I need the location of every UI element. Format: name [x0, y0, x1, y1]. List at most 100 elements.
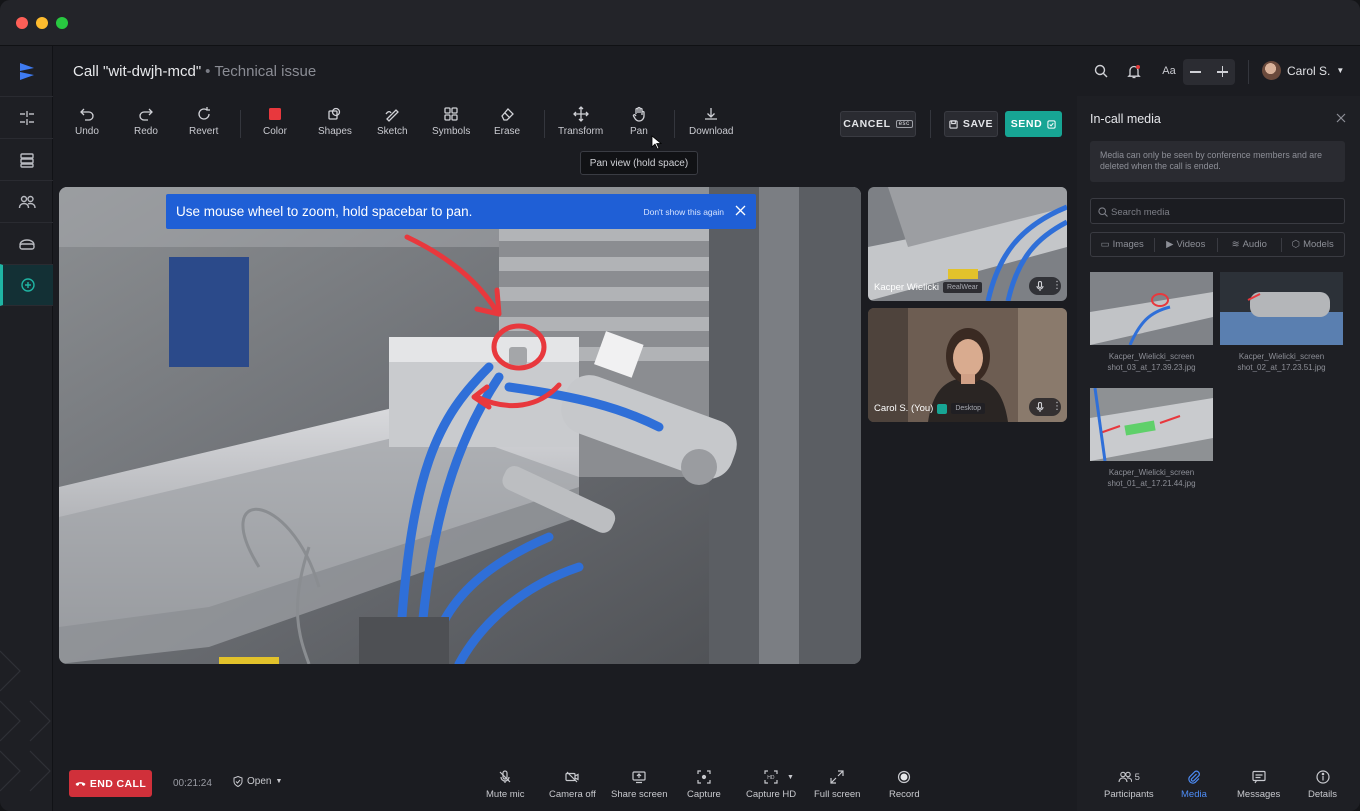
control-label: Record	[889, 789, 920, 800]
undo-tool[interactable]: Undo	[75, 106, 99, 137]
media-item[interactable]: Kacper_Wielicki_screen shot_03_at_17.39.…	[1090, 272, 1213, 373]
record-button[interactable]: Record	[889, 770, 920, 800]
header-divider	[1248, 60, 1249, 84]
rail-workflow-icon[interactable]	[0, 96, 53, 138]
close-icon[interactable]	[734, 204, 747, 217]
messages-tab[interactable]: Messages	[1237, 770, 1280, 800]
device-badge: RealWear	[942, 282, 982, 293]
user-menu[interactable]: Carol S. ▼	[1262, 61, 1344, 80]
toolbar-divider	[240, 110, 241, 138]
avatar	[1262, 61, 1281, 80]
app-logo[interactable]	[0, 46, 53, 96]
close-window-button[interactable]	[16, 17, 28, 29]
shapes-label: Shapes	[318, 126, 352, 137]
erase-label: Erase	[494, 126, 521, 137]
chevron-down-icon[interactable]: ▼	[787, 774, 794, 781]
participant-controls[interactable]: ⋮	[1029, 277, 1062, 295]
search-input[interactable]: Search media	[1090, 198, 1345, 224]
rail-contacts-icon[interactable]	[0, 180, 53, 222]
sketch-tool[interactable]: Sketch	[377, 106, 408, 137]
full-screen-button[interactable]: Full screen	[814, 770, 860, 800]
rail-headset-icon[interactable]	[0, 222, 53, 264]
color-tool[interactable]: Color	[263, 106, 287, 137]
save-icon	[949, 119, 958, 129]
rail-calls-icon[interactable]	[0, 264, 53, 306]
microphone-icon	[1036, 281, 1044, 291]
search-icon[interactable]	[1090, 60, 1112, 82]
toolbar-divider	[674, 110, 675, 138]
capture-button[interactable]: Capture	[687, 770, 721, 800]
user-name: Carol S.	[1287, 63, 1331, 78]
image-icon: ▭	[1100, 239, 1110, 250]
save-label: SAVE	[962, 118, 994, 130]
revert-icon	[198, 107, 210, 120]
media-tab[interactable]: Media	[1181, 770, 1207, 800]
font-size-icon[interactable]: Aa	[1158, 60, 1180, 82]
tab-audio[interactable]: ≋ Audio	[1218, 237, 1282, 252]
record-icon	[898, 770, 911, 784]
tab-label: Videos	[1176, 239, 1206, 250]
end-call-button[interactable]: END CALL	[69, 770, 152, 797]
redo-tool[interactable]: Redo	[134, 106, 158, 137]
shapes-tool[interactable]: Shapes	[318, 106, 352, 137]
media-item[interactable]: Kacper_Wielicki_screen shot_02_at_17.23.…	[1220, 272, 1343, 373]
more-options-icon[interactable]: ⋮	[1052, 401, 1062, 412]
media-item[interactable]: Kacper_Wielicki_screen shot_01_at_17.21.…	[1090, 388, 1213, 489]
download-label: Download	[689, 126, 734, 137]
call-status-dropdown[interactable]: Open ▼	[233, 776, 282, 787]
maximize-window-button[interactable]	[56, 17, 68, 29]
participants-tab[interactable]: 5 Participants	[1104, 770, 1154, 801]
control-label: Camera off	[549, 789, 596, 800]
participants-count-row: 5	[1118, 770, 1140, 784]
zoom-out-icon[interactable]	[1190, 71, 1201, 73]
shield-icon	[233, 776, 243, 787]
tab-models[interactable]: ⬡ Models	[1282, 238, 1345, 252]
undo-icon	[80, 108, 94, 121]
mouse-cursor-icon	[651, 135, 663, 150]
symbols-tool[interactable]: Symbols	[432, 106, 470, 137]
tab-images[interactable]: ▭ Images	[1091, 237, 1155, 252]
revert-tool[interactable]: Revert	[189, 106, 218, 137]
annotated-capture-image[interactable]	[59, 187, 861, 664]
tab-label: Models	[1303, 239, 1334, 250]
zoom-hint-banner: Use mouse wheel to zoom, hold spacebar t…	[166, 194, 756, 229]
tab-videos[interactable]: ▶ Videos	[1155, 237, 1218, 252]
cancel-button[interactable]: CANCEL esc	[840, 111, 916, 137]
participant-controls[interactable]: ⋮	[1029, 398, 1062, 416]
nav-label: Participants	[1104, 789, 1154, 800]
audio-waveform-icon: ≋	[1231, 239, 1240, 250]
title-bar	[0, 0, 1360, 46]
tab-label: Images	[1112, 239, 1144, 250]
chat-icon	[1252, 770, 1266, 784]
sketch-label: Sketch	[377, 126, 408, 137]
rail-database-icon[interactable]	[0, 138, 53, 180]
notifications-bell-icon[interactable]	[1123, 60, 1145, 82]
erase-tool[interactable]: Erase	[494, 106, 520, 137]
transform-tool[interactable]: Transform	[558, 106, 603, 137]
media-notice: Media can only be seen by conference mem…	[1090, 141, 1345, 182]
save-button[interactable]: SAVE	[944, 111, 998, 137]
media-thumbnail	[1220, 272, 1343, 345]
details-tab[interactable]: Details	[1308, 770, 1337, 800]
close-icon[interactable]	[1336, 113, 1346, 123]
chevron-down-icon: ▼	[1336, 66, 1345, 75]
download-tool[interactable]: Download	[689, 106, 733, 137]
banner-message: Use mouse wheel to zoom, hold spacebar t…	[176, 204, 473, 219]
minimize-window-button[interactable]	[36, 17, 48, 29]
share-screen-button[interactable]: Share screen	[611, 770, 668, 800]
camera-off-button[interactable]: Camera off	[549, 770, 596, 800]
dont-show-again-link[interactable]: Don't show this again	[643, 207, 724, 217]
zoom-in-icon-stem	[1221, 66, 1224, 78]
control-label: Mute mic	[486, 789, 525, 800]
color-label: Color	[263, 126, 287, 137]
pan-tool[interactable]: Pan	[630, 106, 648, 137]
info-icon	[1315, 770, 1330, 784]
control-label: Capture HD	[746, 789, 797, 800]
participant-video-tile[interactable]: Carol S. (You) Desktop ⋮	[868, 308, 1067, 422]
mute-mic-button[interactable]: Mute mic	[486, 770, 525, 800]
more-options-icon[interactable]: ⋮	[1052, 280, 1062, 291]
expand-icon	[830, 770, 844, 784]
participant-video-tile[interactable]: Kacper Wielicki RealWear ⋮	[868, 187, 1067, 301]
send-button[interactable]: SEND	[1005, 111, 1062, 137]
call-subtitle: Technical issue	[214, 63, 317, 80]
